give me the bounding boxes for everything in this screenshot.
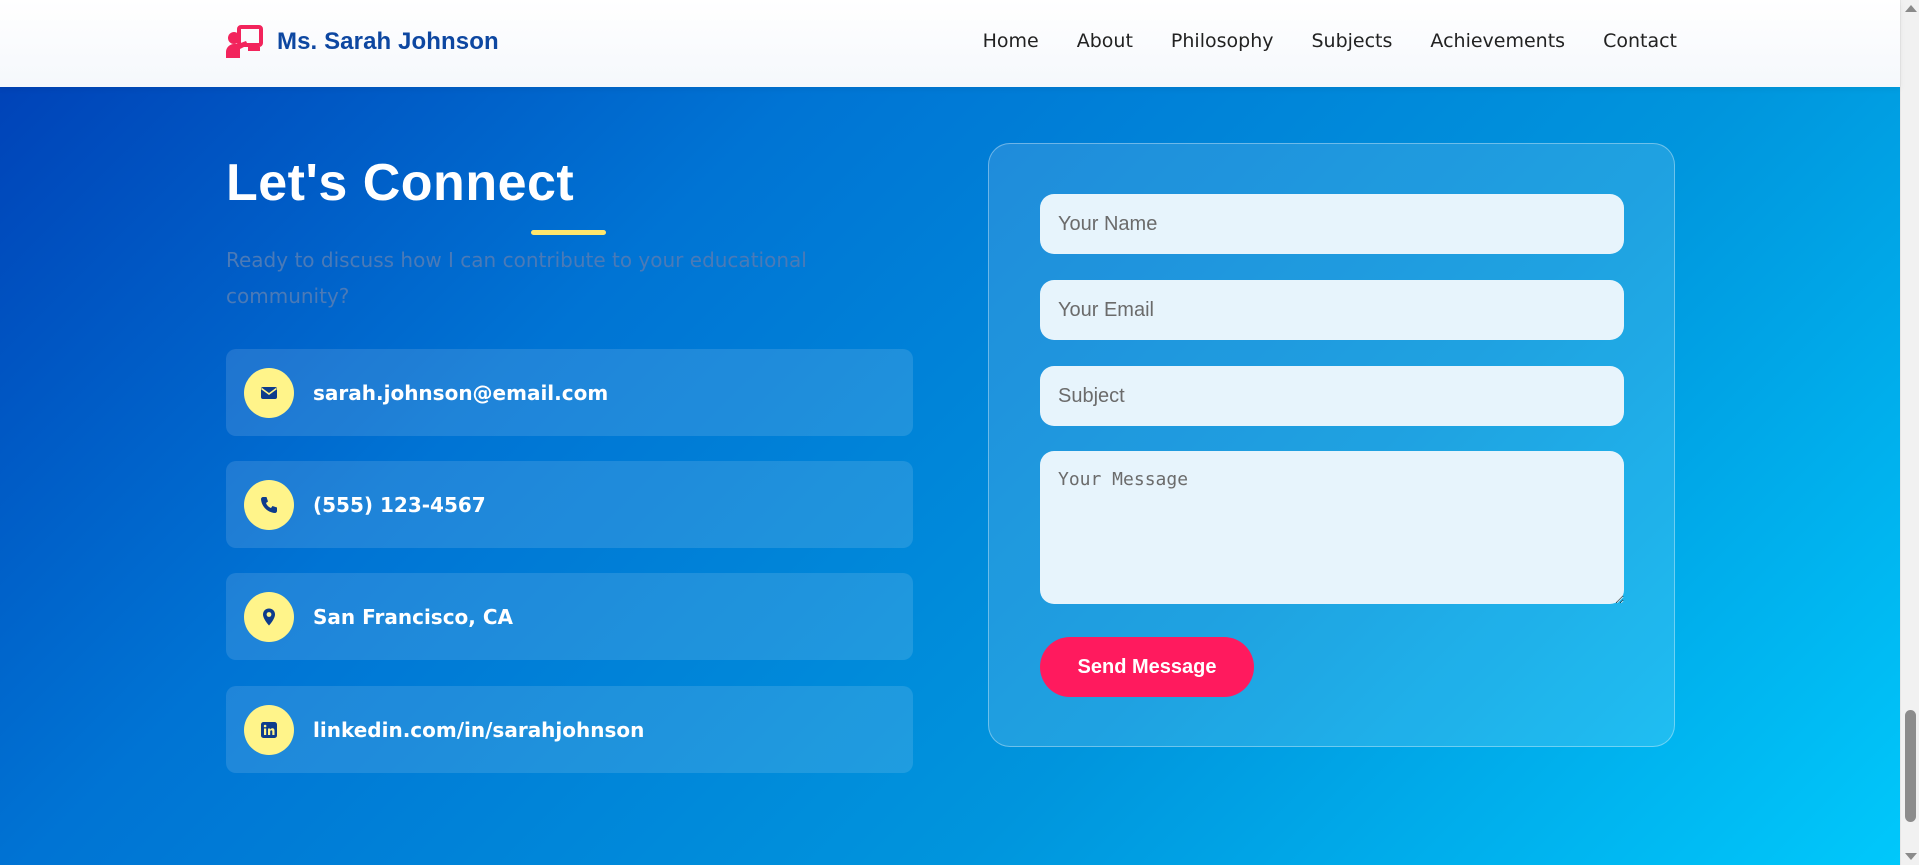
email-field[interactable] [1040, 280, 1624, 340]
name-field[interactable] [1040, 194, 1624, 254]
phone-text: (555) 123-4567 [313, 492, 486, 517]
nav-contact-link[interactable]: Contact [1603, 30, 1677, 52]
phone-icon [244, 479, 294, 530]
send-message-button[interactable]: Send Message [1040, 637, 1254, 697]
title-underline [531, 230, 606, 235]
brand-logo[interactable]: Ms. Sarah Johnson [225, 25, 499, 59]
map-pin-icon [244, 591, 294, 642]
section-title: Let's Connect [226, 154, 575, 212]
linkedin-icon [244, 704, 294, 755]
location-text: San Francisco, CA [313, 604, 514, 629]
email-text: sarah.johnson@email.com [313, 380, 609, 405]
contact-section: Let's Connect Ready to discuss how I can… [0, 87, 1900, 865]
linkedin-text: linkedin.com/in/sarahjohnson [313, 717, 645, 742]
nav-philosophy-link[interactable]: Philosophy [1171, 30, 1274, 52]
nav-subjects-link[interactable]: Subjects [1311, 30, 1392, 52]
page-scrollbar[interactable] [1900, 0, 1919, 865]
scroll-down-arrow-icon[interactable] [1905, 853, 1917, 860]
nav-about-link[interactable]: About [1077, 30, 1133, 52]
envelope-icon [244, 367, 294, 418]
subject-field[interactable] [1040, 366, 1624, 426]
section-subtitle: Ready to discuss how I can contribute to… [226, 248, 807, 308]
scroll-up-arrow-icon[interactable] [1905, 5, 1917, 12]
contact-form: Send Message [988, 143, 1675, 747]
nav-home-link[interactable]: Home [983, 30, 1039, 52]
scroll-thumb[interactable] [1905, 710, 1916, 822]
message-field[interactable] [1040, 451, 1624, 604]
teacher-board-icon [226, 25, 263, 58]
nav-menu: Home About Philosophy Subjects Achieveme… [983, 30, 1677, 52]
navbar: Ms. Sarah Johnson Home About Philosophy … [0, 0, 1900, 87]
email-info-card[interactable]: sarah.johnson@email.com [226, 349, 913, 436]
phone-info-card[interactable]: (555) 123-4567 [226, 461, 913, 548]
nav-achievements-link[interactable]: Achievements [1430, 30, 1565, 52]
location-info-card[interactable]: San Francisco, CA [226, 573, 913, 660]
brand-name: Ms. Sarah Johnson [277, 28, 499, 55]
linkedin-info-card[interactable]: linkedin.com/in/sarahjohnson [226, 686, 913, 773]
